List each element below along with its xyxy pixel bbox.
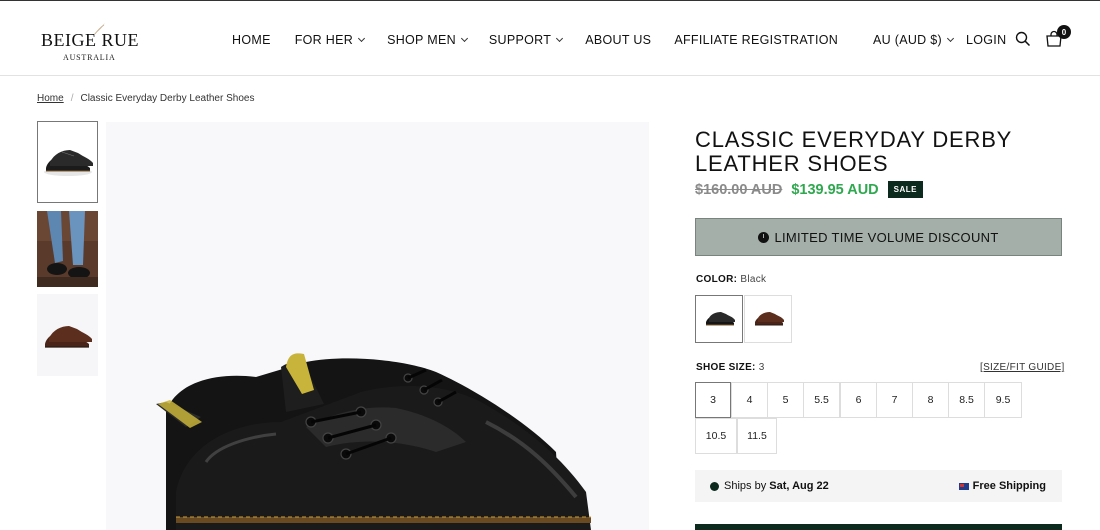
chevron-down-icon [556, 34, 564, 42]
size-option[interactable]: 9.5 [984, 382, 1022, 418]
main-nav: HOME FOR HER SHOP MEN SUPPORT ABOUT US A… [232, 31, 838, 49]
nav-shop-men-label: SHOP MEN [387, 33, 456, 47]
free-shipping-label: Free Shipping [972, 480, 1046, 492]
black-shoes-thumbnail-image [38, 122, 97, 202]
size-option[interactable]: 7 [876, 382, 913, 418]
nav-shop-men[interactable]: SHOP MEN [387, 31, 468, 49]
sale-price: $139.95 AUD [791, 181, 879, 198]
breadcrumb: Home / Classic Everyday Derby Leather Sh… [37, 93, 254, 104]
thumbnail-2[interactable] [37, 211, 98, 287]
nav-affiliate-registration[interactable]: AFFILIATE REGISTRATION [674, 31, 838, 49]
color-swatch-black[interactable] [695, 295, 743, 343]
size-label: SHOE SIZE: [696, 362, 756, 373]
nav-about-us[interactable]: ABOUT US [585, 31, 651, 49]
australia-flag-icon [958, 482, 969, 490]
main-product-image[interactable] [106, 122, 649, 530]
size-option[interactable]: 10.5 [695, 418, 737, 454]
brand-logo[interactable]: BEIGE RUE AUSTRALIA [41, 21, 141, 63]
site-header: BEIGE RUE AUSTRALIA HOME FOR HER SHOP ME… [0, 1, 1100, 76]
size-option[interactable]: 3 [695, 382, 731, 418]
brand-name: BEIGE RUE [41, 30, 139, 50]
size-option[interactable]: 5.5 [803, 382, 840, 418]
volume-discount-button[interactable]: LIMITED TIME VOLUME DISCOUNT [695, 218, 1062, 256]
thumbnail-1[interactable] [37, 121, 98, 203]
nav-about-us-label: ABOUT US [585, 33, 652, 47]
size-value: 3 [758, 362, 765, 373]
login-label: LOGIN [966, 33, 1007, 47]
black-shoe-swatch-image [706, 312, 735, 326]
currency-selector[interactable]: AU (AUD $) [873, 31, 955, 49]
ships-prefix: Ships by [724, 480, 767, 492]
chevron-down-icon [358, 34, 366, 42]
status-dot-icon [710, 481, 719, 491]
clock-icon [758, 231, 770, 243]
shipping-info: Ships by Sat, Aug 22 Free Shipping [695, 470, 1062, 502]
nav-for-her[interactable]: FOR HER [294, 31, 366, 49]
nav-affiliate-label: AFFILIATE REGISTRATION [674, 33, 839, 47]
nav-support-label: SUPPORT [488, 33, 552, 47]
black-derby-shoes-image [106, 122, 649, 530]
size-fit-guide-link[interactable]: [SIZE/FIT GUIDE] [980, 362, 1065, 373]
free-shipping: Free Shipping [958, 480, 1046, 492]
original-price: $160.00 AUD [695, 181, 783, 198]
price-row: $160.00 AUD $139.95 AUD SALE [695, 181, 923, 198]
nav-support[interactable]: SUPPORT [488, 31, 564, 49]
nav-home-label: HOME [232, 33, 271, 47]
ships-date: Sat, Aug 22 [769, 480, 829, 492]
ships-by: Ships by Sat, Aug 22 [695, 480, 829, 492]
size-option[interactable]: 8 [912, 382, 949, 418]
color-swatch-brown[interactable] [744, 295, 792, 343]
size-option[interactable]: 4 [731, 382, 768, 418]
nav-for-her-label: FOR HER [294, 33, 354, 47]
brand-subtitle: AUSTRALIA [63, 53, 116, 62]
size-option[interactable]: 8.5 [948, 382, 985, 418]
chevron-down-icon [946, 34, 955, 42]
nav-home[interactable]: HOME [232, 31, 271, 49]
thumbnail-3[interactable] [37, 294, 98, 376]
volume-discount-label: LIMITED TIME VOLUME DISCOUNT [774, 229, 999, 245]
model-wearing-shoes-thumbnail-image [37, 211, 98, 287]
color-label: COLOR: [696, 274, 738, 285]
size-label-row: SHOE SIZE: 3 [696, 362, 765, 373]
size-option[interactable]: 6 [840, 382, 877, 418]
color-label-row: COLOR: Black [696, 274, 766, 285]
cart-count-badge: 0 [1057, 25, 1071, 39]
login-link[interactable]: LOGIN [966, 31, 1006, 49]
add-to-cart-button[interactable] [695, 524, 1062, 530]
product-title: CLASSIC EVERYDAY DERBY LEATHER SHOES [695, 127, 1012, 176]
breadcrumb-home-link[interactable]: Home [37, 93, 64, 104]
search-icon[interactable] [1015, 31, 1031, 47]
currency-label: AU (AUD $) [873, 33, 942, 47]
chevron-down-icon [460, 34, 468, 42]
sale-badge: SALE [887, 181, 923, 198]
breadcrumb-separator: / [70, 93, 74, 104]
breadcrumb-current: Classic Everyday Derby Leather Shoes [80, 93, 255, 104]
color-value: Black [740, 274, 767, 285]
size-option[interactable]: 11.5 [737, 418, 777, 454]
brown-shoe-swatch-image [755, 312, 784, 326]
size-option[interactable]: 5 [767, 382, 804, 418]
brown-shoes-thumbnail-image [37, 294, 98, 376]
